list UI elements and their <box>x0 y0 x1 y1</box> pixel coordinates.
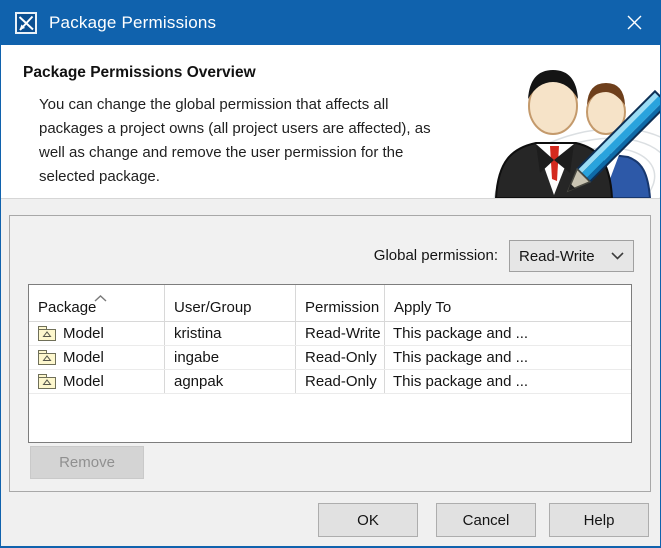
remove-button[interactable]: Remove <box>30 446 144 479</box>
package-permissions-dialog: Package Permissions Package Permissions … <box>0 0 661 548</box>
apply-to-cell: This package and ... <box>385 370 631 393</box>
table-header-row: Package User/Group Permission Apply To <box>29 285 631 322</box>
table-empty-area <box>29 394 631 442</box>
column-header-package[interactable]: Package <box>29 285 165 321</box>
overview-header: Package Permissions Overview You can cha… <box>1 45 660 199</box>
overview-description: You can change the global permission tha… <box>39 93 431 189</box>
package-cell: Model <box>29 346 165 369</box>
users-illustration <box>488 45 660 198</box>
overview-description-line: You can change the global permission tha… <box>39 93 431 117</box>
close-icon <box>627 15 642 30</box>
permission-cell: Read-Write <box>296 322 385 345</box>
close-button[interactable] <box>608 0 660 45</box>
column-header-apply-to[interactable]: Apply To <box>385 285 631 321</box>
overview-description-line: well as change and remove the user permi… <box>39 141 431 165</box>
sort-ascending-icon <box>85 289 107 306</box>
overview-title: Package Permissions Overview <box>23 64 256 82</box>
help-button[interactable]: Help <box>549 503 649 537</box>
ok-button[interactable]: OK <box>318 503 418 537</box>
user-group-cell: kristina <box>165 322 296 345</box>
uml-package-icon <box>38 350 56 365</box>
permissions-table: Package User/Group Permission Apply To <box>28 284 632 443</box>
uml-package-icon <box>38 374 56 389</box>
overview-description-line: packages a project owns (all project use… <box>39 117 431 141</box>
package-cell: Model <box>29 370 165 393</box>
chevron-down-icon <box>611 252 624 260</box>
titlebar: Package Permissions <box>1 0 660 45</box>
user-group-cell: agnpak <box>165 370 296 393</box>
table-row[interactable]: Model ingabe Read-Only This package and … <box>29 346 631 370</box>
package-cell: Model <box>29 322 165 345</box>
global-permission-dropdown[interactable]: Read-Write <box>509 240 634 272</box>
magicdraw-logo-icon <box>14 11 38 35</box>
cancel-button[interactable]: Cancel <box>436 503 536 537</box>
table-row[interactable]: Model agnpak Read-Only This package and … <box>29 370 631 394</box>
table-row[interactable]: Model kristina Read-Write This package a… <box>29 322 631 346</box>
permissions-panel: Global permission: Read-Write Package <box>9 215 651 492</box>
overview-description-line: selected package. <box>39 165 431 189</box>
apply-to-cell: This package and ... <box>385 322 631 345</box>
apply-to-cell: This package and ... <box>385 346 631 369</box>
column-header-permission[interactable]: Permission <box>296 285 385 321</box>
uml-package-icon <box>38 326 56 341</box>
permission-cell: Read-Only <box>296 370 385 393</box>
permission-cell: Read-Only <box>296 346 385 369</box>
user-group-cell: ingabe <box>165 346 296 369</box>
global-permission-label: Global permission: <box>374 247 498 264</box>
column-header-user-group[interactable]: User/Group <box>165 285 296 321</box>
window-title: Package Permissions <box>49 13 216 33</box>
global-permission-value: Read-Write <box>510 248 611 265</box>
